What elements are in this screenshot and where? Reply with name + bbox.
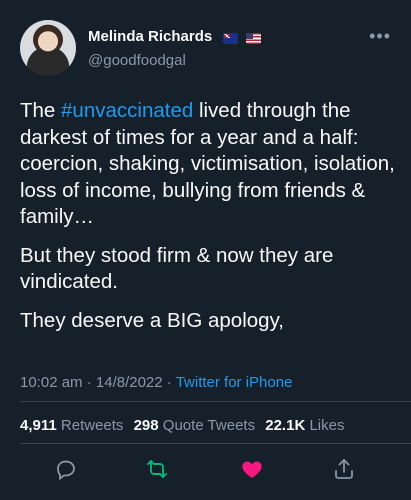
retweet-icon[interactable] bbox=[145, 457, 169, 481]
likes-count: 22.1K bbox=[265, 417, 306, 434]
likes-stat[interactable]: 22.1K Likes bbox=[265, 417, 344, 434]
tweet-stats: 4,911 Retweets 298 Quote Tweets 22.1K Li… bbox=[20, 417, 344, 434]
quotes-count: 298 bbox=[133, 417, 159, 434]
divider bbox=[20, 401, 411, 402]
author-flags bbox=[222, 30, 265, 48]
retweets-count: 4,911 bbox=[20, 417, 57, 434]
meta-separator: · bbox=[82, 374, 96, 391]
like-icon[interactable] bbox=[240, 457, 264, 481]
author-name[interactable]: Melinda Richards bbox=[88, 28, 212, 45]
hashtag-link[interactable]: #unvaccinated bbox=[61, 99, 193, 122]
likes-label: Likes bbox=[309, 417, 345, 434]
usa-flag-icon bbox=[246, 33, 262, 45]
author-handle[interactable]: @goodfoodgal bbox=[88, 52, 186, 69]
tweet-actions bbox=[0, 457, 411, 481]
divider bbox=[20, 443, 411, 444]
meta-separator: · bbox=[162, 374, 176, 391]
tweet-paragraph-1: The #unvaccinated lived through the dark… bbox=[20, 98, 398, 231]
quotes-label: Quote Tweets bbox=[162, 417, 256, 434]
tweet-body: The #unvaccinated lived through the dark… bbox=[20, 98, 398, 346]
avatar[interactable] bbox=[20, 20, 76, 76]
reply-icon[interactable] bbox=[54, 457, 78, 481]
tweet-meta: 10:02 am · 14/8/2022 · Twitter for iPhon… bbox=[20, 374, 292, 391]
share-icon[interactable] bbox=[332, 457, 356, 481]
tweet-time[interactable]: 10:02 am bbox=[20, 374, 83, 391]
australia-flag-icon bbox=[222, 33, 238, 45]
tweet-text-lead: The bbox=[20, 99, 62, 122]
more-options-icon[interactable]: ••• bbox=[369, 26, 391, 47]
tweet-paragraph-2: But they stood firm & now they are vindi… bbox=[20, 243, 334, 294]
tweet-date[interactable]: 14/8/2022 bbox=[96, 374, 163, 391]
tweet-source-link[interactable]: Twitter for iPhone bbox=[176, 374, 293, 391]
retweets-label: Retweets bbox=[60, 417, 124, 434]
quotes-stat[interactable]: 298 Quote Tweets bbox=[134, 417, 255, 434]
retweets-stat[interactable]: 4,911 Retweets bbox=[20, 417, 123, 434]
tweet-header: Melinda Richards @goodfoodgal ••• bbox=[20, 20, 391, 76]
author-name-row: Melinda Richards bbox=[88, 28, 265, 48]
tweet-paragraph-3: They deserve a BIG apology, bbox=[20, 308, 284, 332]
